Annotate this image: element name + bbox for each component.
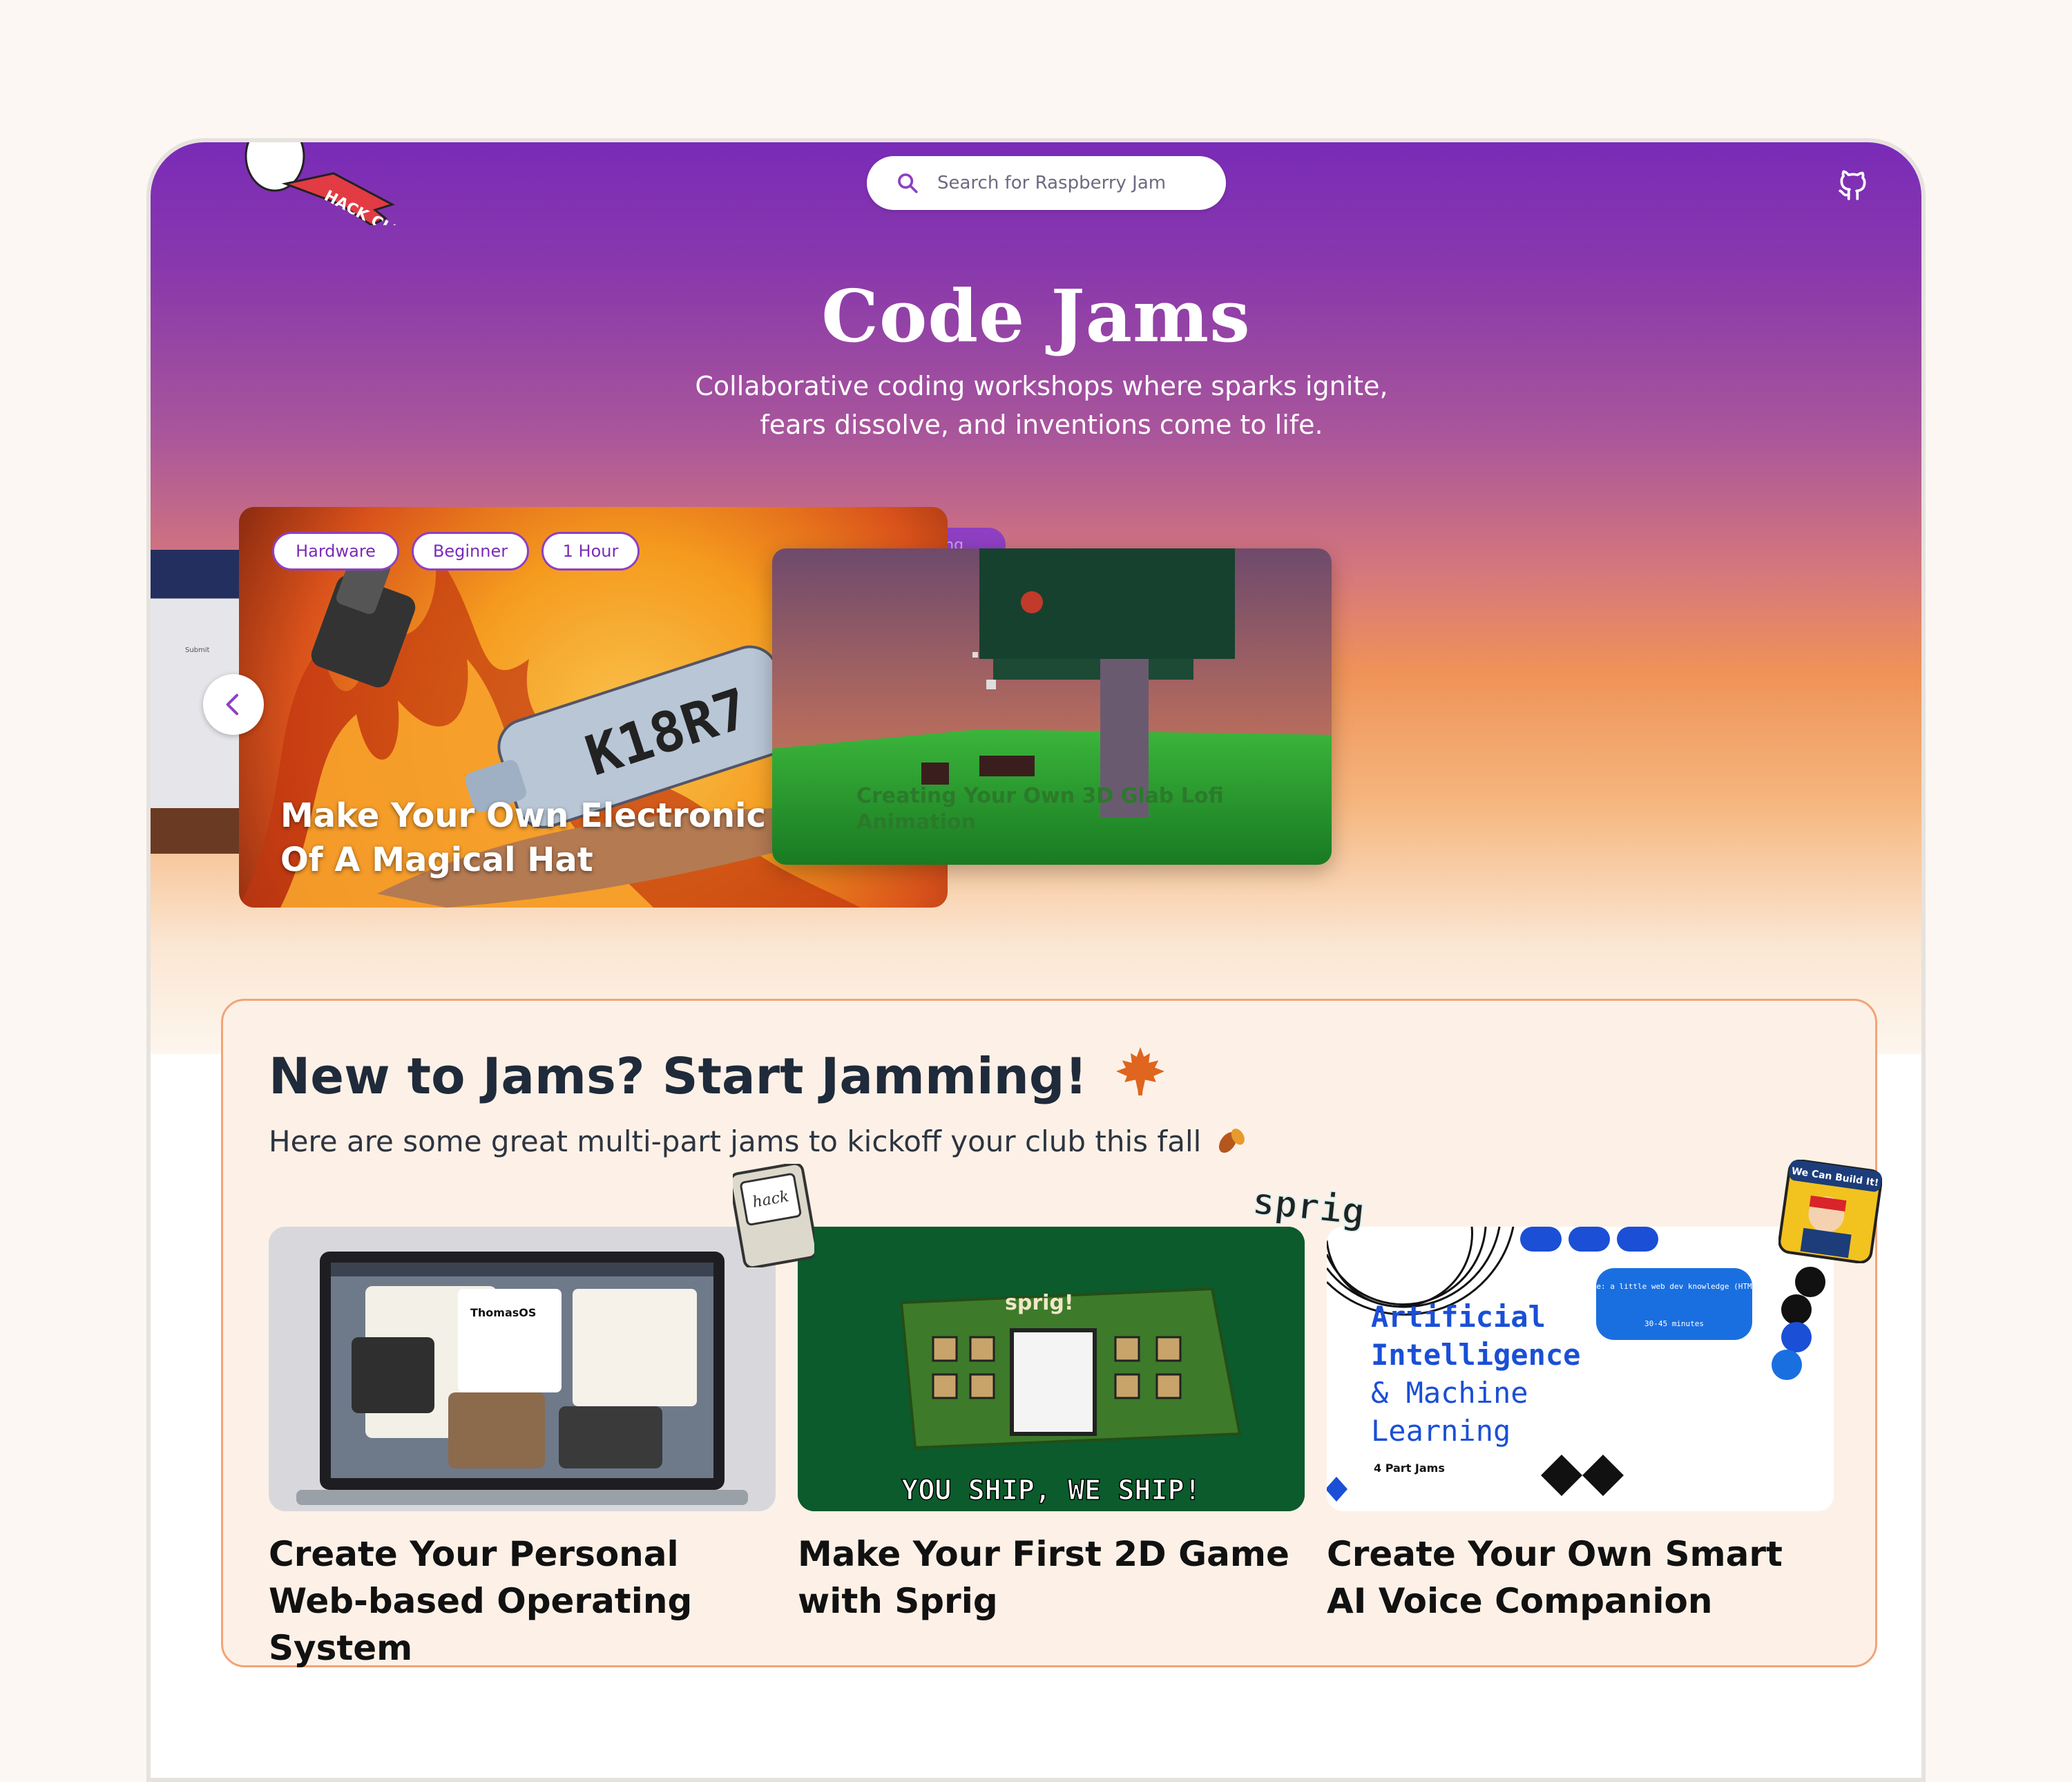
ai-line3: & Machine [1371,1376,1528,1410]
tag-duration[interactable]: 1 Hour [541,532,640,571]
maple-leaf-icon [1116,1047,1165,1095]
ai-bubble-time: 30-45 minutes [1644,1319,1704,1328]
section-subheading: Here are some great multi-part jams to k… [269,1124,1249,1158]
tag-label: Hardware [296,542,376,561]
jam-thumbnail-sprig: sprig! YOU SHIP, WE SHIP! [798,1227,1305,1511]
section-heading: New to Jams? Start Jamming! [269,1042,1169,1105]
ai-bubble-text: Prerequisite: a little web dev knowledge… [1546,1282,1803,1291]
tag-label: Beginner [432,542,508,561]
hack-club-logo[interactable]: HACK CLUB [220,138,399,225]
jam-thumbnail-ai: Artificial Intelligence & Machine Learni… [1327,1227,1834,1511]
tag-label: 1 Hour [562,542,619,561]
card-title-line1: Make Your Own Electronic Tra [280,796,836,835]
falling-leaves-icon [1218,1129,1245,1153]
carousel-card-second[interactable]: Creating Your Own 3D Glab Lofi Animation [772,548,1332,865]
chevron-left-icon [226,693,238,716]
ai-line1: Artificial [1371,1300,1546,1334]
sprig-banner-text: YOU SHIP, WE SHIP! [901,1475,1200,1506]
page-subtitle: Collaborative coding workshops where spa… [695,371,1388,440]
card-title: Make Your Own Electronic Tra Of A Magica… [280,794,847,882]
section-subheading-text: Here are some great multi-part jams to k… [269,1124,1202,1158]
peek-submit-text: Submit [185,646,210,654]
section-heading-text: New to Jams? Start Jamming! [269,1047,1088,1105]
start-jamming-section: New to Jams? Start Jamming! Here are som… [221,999,1882,1668]
sprig-console-illustration: sprig! YOU SHIP, WE SHIP! [798,1227,1305,1511]
laptop-illustration: ThomasOS [296,1252,748,1505]
hack-mac-sticker: hack [733,1164,814,1267]
sprig-logo-sticker: sprig [1249,1180,1367,1234]
hero-banner: HACK CLUB Code Jams Collaborative coding… [151,142,1921,1054]
page-title: Code Jams [821,274,1251,358]
sprig-sticker-text: sprig [1250,1180,1366,1234]
jam-card-web-os[interactable]: ThomasOS Create Your Personal Web-based … [269,1227,776,1671]
jam-card-title: Create Your Personal Web-based Operating… [269,1534,693,1668]
search-icon [898,173,918,193]
ai-line2: Intelligence [1371,1338,1580,1372]
card-title-line2: Of A Magical Hat [280,841,593,879]
jam-card-title: Create Your Own Smart AI Voice Companion [1327,1534,1783,1621]
carousel-prev-button[interactable] [203,674,264,735]
search-input[interactable] [936,172,1201,194]
tag-beginner[interactable]: Beginner [412,532,529,571]
card-second-title: Creating Your Own 3D Glab Lofi Animation [856,784,1224,834]
page-frame: HACK CLUB Code Jams Collaborative coding… [146,138,1926,1782]
ai-line4: Learning [1371,1414,1510,1448]
github-icon[interactable] [1836,166,1870,203]
we-can-build-it-sticker: We Can Build It! [1778,1160,1882,1263]
sprig-board-text: sprig! [1005,1291,1074,1315]
tag-hardware[interactable]: Hardware [272,532,399,571]
jam-thumbnail-web-os: ThomasOS [269,1227,776,1511]
jam-card-sprig[interactable]: sprig! YOU SHIP, WE SHIP! Make Your Firs… [798,1227,1305,1625]
jam-card-title: Make Your First 2D Game with Sprig [798,1534,1289,1621]
ai-ml-illustration: Artificial Intelligence & Machine Learni… [1327,1227,1834,1511]
search-bar[interactable] [867,156,1226,210]
jam-card-ai[interactable]: Artificial Intelligence & Machine Learni… [1327,1227,1834,1625]
ai-part-count: 4 Part Jams [1374,1462,1445,1475]
os-window-title: ThomasOS [470,1306,536,1319]
